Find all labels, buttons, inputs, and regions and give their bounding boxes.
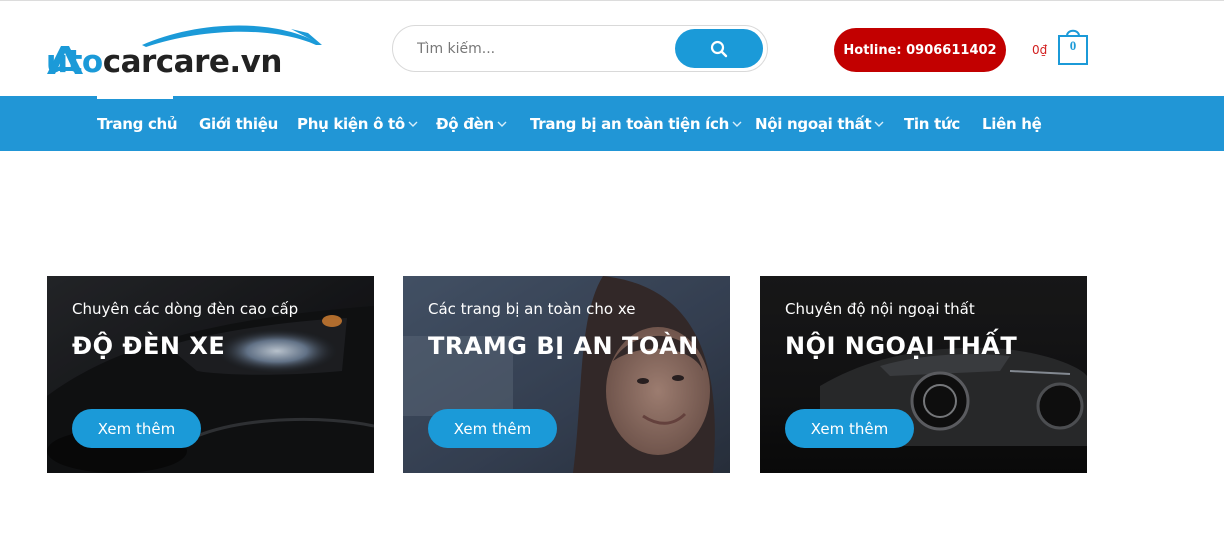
nav-item-label: Giới thiệu — [199, 114, 278, 133]
nav-item-label: Trang bị an toàn tiện ích — [530, 114, 729, 133]
chevron-down-icon — [874, 121, 884, 127]
card-subtitle: Chuyên độ nội ngoại thất — [785, 300, 975, 318]
nav-item-lien-he[interactable]: Liên hệ — [982, 96, 1042, 151]
chevron-down-icon — [732, 121, 742, 127]
nav-item-trang-bi-an-toan[interactable]: Trang bị an toàn tiện ích — [530, 96, 742, 151]
search-button[interactable] — [675, 29, 763, 68]
card-title: TRAMG BỊ AN TOÀN — [428, 332, 699, 360]
chevron-down-icon — [497, 121, 507, 127]
hotline-button[interactable]: Hotline: 0906611402 — [834, 28, 1006, 72]
xem-them-button[interactable]: Xem thêm — [72, 409, 201, 448]
promo-card-do-den: Chuyên các dòng đèn cao cấp ĐỘ ĐÈN XE Xe… — [47, 276, 374, 473]
site-logo[interactable]: utocarcare.vn — [46, 19, 326, 81]
logo-text: utocarcare.vn — [46, 44, 282, 80]
nav-item-label: Độ đèn — [436, 114, 494, 133]
nav-item-label: Liên hệ — [982, 114, 1042, 133]
card-title: NỘI NGOẠI THẤT — [785, 332, 1018, 360]
search-input[interactable] — [417, 38, 667, 60]
nav-item-tin-tuc[interactable]: Tin tức — [904, 96, 960, 151]
main-nav: Trang chủ Giới thiệu Phụ kiện ô tô Độ đè… — [0, 96, 1224, 151]
cart-total[interactable]: 0₫ — [1032, 43, 1047, 57]
cart-count: 0 — [1069, 38, 1077, 53]
search-bar — [392, 25, 768, 72]
card-title: ĐỘ ĐÈN XE — [72, 332, 226, 360]
site-header: utocarcare.vn Hotline: 0906611402 0₫ 0 — [0, 1, 1224, 96]
nav-item-label: Tin tức — [904, 114, 960, 133]
chevron-down-icon — [408, 121, 418, 127]
nav-item-trang-chu[interactable]: Trang chủ — [97, 96, 178, 151]
card-subtitle: Chuyên các dòng đèn cao cấp — [72, 300, 299, 318]
xem-them-button[interactable]: Xem thêm — [428, 409, 557, 448]
nav-item-noi-ngoai-that[interactable]: Nội ngoại thất — [755, 96, 884, 151]
nav-item-label: Trang chủ — [97, 114, 178, 133]
card-subtitle: Các trang bị an toàn cho xe — [428, 300, 636, 318]
promo-card-noi-ngoai-that: Chuyên độ nội ngoại thất NỘI NGOẠI THẤT … — [760, 276, 1087, 473]
nav-item-label: Nội ngoại thất — [755, 114, 872, 133]
nav-item-gioi-thieu[interactable]: Giới thiệu — [199, 96, 278, 151]
logo-text-dark: carcare.vn — [102, 44, 283, 80]
nav-item-do-den[interactable]: Độ đèn — [436, 96, 507, 151]
nav-item-phu-kien-o-to[interactable]: Phụ kiện ô tô — [297, 96, 418, 151]
logo-a-icon — [47, 46, 83, 74]
nav-item-label: Phụ kiện ô tô — [297, 114, 405, 133]
xem-them-button[interactable]: Xem thêm — [785, 409, 914, 448]
promo-card-trang-bi-an-toan: Các trang bị an toàn cho xe TRAMG BỊ AN … — [403, 276, 730, 473]
search-icon — [710, 40, 728, 57]
